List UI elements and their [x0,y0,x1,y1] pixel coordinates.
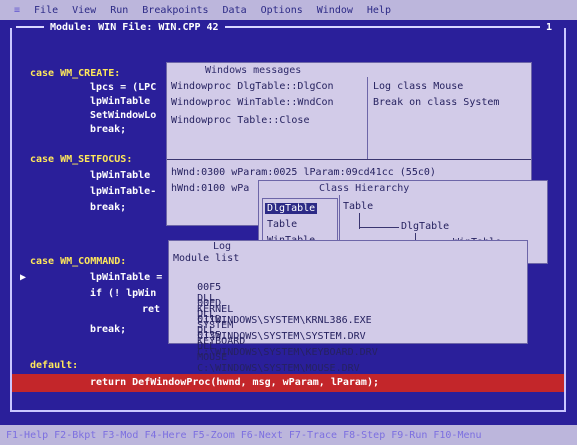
code-line[interactable]: case WM_COMMAND: [30,256,126,267]
tree-connector [359,227,399,228]
message-action[interactable]: Log class Mouse [373,81,463,92]
handle: 0135 [197,330,222,341]
message-item[interactable]: Windowproc WinTable::WndCon [171,97,334,108]
system-menu-icon[interactable]: ≡ [14,5,20,16]
function-key-bar: F1-Help F2-Bkpt F3-Mod F4-Here F5-Zoom F… [0,425,577,445]
code-line[interactable]: ret [142,304,160,315]
class-list-item-selected[interactable]: DlgTable [265,203,318,214]
code-line[interactable]: break; [90,124,126,135]
code-line[interactable]: lpWinTable [90,170,150,181]
fkey-here[interactable]: F4-Here [144,430,186,441]
fkey-help[interactable]: F1-Help [6,430,48,441]
log-title: Log [213,241,232,252]
menu-run[interactable]: Run [110,5,128,16]
menu-window[interactable]: Window [317,5,353,16]
code-line[interactable]: case WM_CREATE: [30,68,120,79]
fkey-mod[interactable]: F3-Mod [102,430,138,441]
pane-separator [167,159,531,160]
execution-pointer-icon: ▶ [20,272,27,283]
module-name: MOUSE [197,352,228,363]
code-line[interactable]: lpWinTable = [90,272,162,283]
code-line[interactable]: lpcs = (LPC [90,82,156,93]
code-line[interactable]: break; [90,202,126,213]
fkey-bkpt[interactable]: F2-Bkpt [54,430,96,441]
menu-breakpoints[interactable]: Breakpoints [142,5,208,16]
fkey-menu[interactable]: F10-Menu [433,430,481,441]
message-item[interactable]: Windowproc DlgTable::DlgCon [171,81,334,92]
fkey-next[interactable]: F6-Next [241,430,283,441]
menu-help[interactable]: Help [367,5,391,16]
log-header: Module list [173,253,240,264]
class-list-item[interactable]: Table [267,219,297,230]
menu-options[interactable]: Options [261,5,303,16]
menu-view[interactable]: View [72,5,96,16]
code-line[interactable]: lpWinTable [90,96,150,107]
menu-file[interactable]: File [34,5,58,16]
class-hierarchy-title: Class Hierarchy [319,183,410,194]
module-path: C:\WINDOWS\SYSTEM\MOUSE.DRV [197,363,360,374]
message-action[interactable]: Break on class System [373,97,499,108]
log-window[interactable]: Log Module list 00F5 DLL KERNEL C:\WINDO… [168,240,528,374]
code-line[interactable]: lpWinTable- [90,186,156,197]
code-line[interactable]: case WM_SETFOCUS: [30,154,132,165]
fkey-step[interactable]: F8-Step [343,430,385,441]
hierarchy-child[interactable]: DlgTable [401,221,449,232]
log-row[interactable]: 0135 DLL MOUSE C:\WINDOWS\SYSTEM\MOUSE.D… [173,319,360,385]
menu-data[interactable]: Data [223,5,247,16]
module-type: DLL [197,341,216,352]
fkey-trace[interactable]: F7-Trace [289,430,337,441]
message-log-line[interactable]: hWnd:0300 wParam:0025 lParam:09cd41cc (5… [171,167,436,178]
fkey-run[interactable]: F9-Run [391,430,427,441]
menu-bar: ≡ File View Run Breakpoints Data Options… [0,0,577,20]
code-line[interactable]: SetWindowLo [90,110,156,121]
code-line[interactable]: if (! lpWin [90,288,156,299]
windows-messages-title: Windows messages [205,65,302,76]
code-line[interactable]: break; [90,324,126,335]
hierarchy-root[interactable]: Table [343,201,373,212]
message-item[interactable]: Windowproc Table::Close [171,115,309,126]
pane-divider [367,77,368,159]
fkey-zoom[interactable]: F5-Zoom [193,430,235,441]
message-log-line[interactable]: hWnd:0100 wPa [171,183,249,194]
code-line[interactable]: default: [30,360,78,371]
